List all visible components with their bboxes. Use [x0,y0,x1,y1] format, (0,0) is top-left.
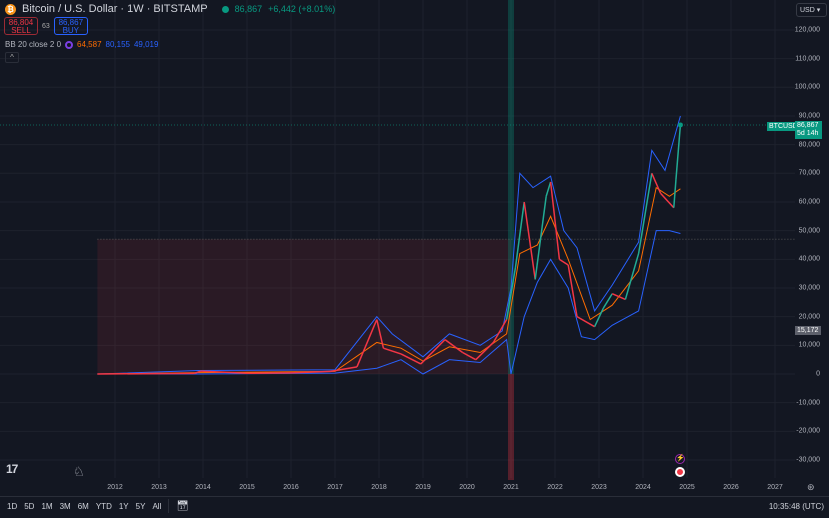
bb-lower-value: 49,019 [133,40,159,49]
bottom-toolbar: 1D 5D 1M 3M 6M YTD 1Y 5Y All 📅︎ [0,496,829,515]
y-tick-label: 90,000 [798,112,820,120]
x-tick-label: 2021 [503,484,519,491]
price-segment [545,181,552,197]
highlight-bar-down [508,374,514,480]
range-button-6m[interactable]: 6M [78,502,89,511]
x-tick-label: 2022 [547,484,563,491]
y-tick-label: 110,000 [795,55,820,63]
tradingview-logo[interactable]: 17 [6,462,18,476]
price-tag: 86,867 5d 14h [795,121,822,139]
indicator-icon [65,40,74,49]
price-segment [651,173,662,194]
indicator-label: BB 20 close 2 0 [5,40,62,49]
y-tick-label: 0 [816,370,820,378]
price-segment [558,258,569,266]
currency-label: USD [800,7,815,14]
bitcoin-logo-icon: ₿ [5,3,16,15]
price-segment [97,372,195,375]
price-segment [534,196,547,280]
y-tick-label: 100,000 [794,83,820,91]
bar-countdown: 5d 14h [797,130,819,137]
x-tick-label: 2015 [239,484,255,491]
x-tick-label: 2026 [723,484,739,491]
price-change: +6,442 (+8.01%) [268,4,336,14]
collapse-legend-button[interactable]: ^ [5,52,19,63]
x-tick-label: 2023 [591,484,607,491]
range-button-1y[interactable]: 1Y [119,502,129,511]
last-price-dot [677,122,683,128]
y-tick-label: 20,000 [798,313,820,321]
x-tick-label: 2024 [635,484,651,491]
bb-upper-value: 80,155 [105,40,130,49]
x-tick-label: 2017 [327,484,343,491]
currency-select[interactable]: USD ▾ [796,3,827,17]
price-segment [224,371,248,375]
y-tick-label: 80,000 [798,141,820,149]
symbol-title[interactable]: Bitcoin / U.S. Dollar · 1W · BITSTAMP [22,3,208,15]
buy-button[interactable]: 86,867 BUY [53,17,88,35]
y-tick-label: 60,000 [798,198,820,206]
spread: 63 [42,22,50,30]
price-segment [523,201,536,280]
x-tick-label: 2025 [679,484,695,491]
x-tick-label: 2019 [415,484,431,491]
crosshair-price-tag: 15,172 [795,326,821,335]
settings-icon[interactable]: ⊛ [807,482,815,493]
price-segment [675,124,682,180]
x-tick-label: 2012 [107,484,123,491]
dinosaur-icon: ♘ [73,464,85,479]
x-tick-label: 2014 [195,484,211,491]
goto-date-icon[interactable]: 📅︎ [176,501,189,512]
y-tick-label: 40,000 [798,255,820,263]
x-tick-label: 2018 [371,484,387,491]
range-button-5d[interactable]: 5D [24,502,34,511]
y-tick-label: 70,000 [798,169,820,177]
y-tick-label: -30,000 [796,456,820,464]
range-button-1m[interactable]: 1M [41,502,52,511]
divider [168,499,170,513]
clock[interactable]: 10:35:48 (UTC) [769,502,824,511]
x-tick-label: 2027 [767,484,783,491]
range-button-5y[interactable]: 5Y [136,502,146,511]
x-tick-label: 2020 [459,484,475,491]
last-price: 86,867 [234,4,263,14]
y-tick-label: 120,000 [794,26,820,34]
x-tick-label: 2013 [151,484,167,491]
symbol-header: ₿ Bitcoin / U.S. Dollar · 1W · BITSTAMP … [5,3,335,15]
sell-button[interactable]: 86,804 SELL [4,17,38,35]
range-button-3m[interactable]: 3M [60,502,71,511]
market-status-icon [221,5,229,13]
bollinger-legend[interactable]: BB 20 close 2 0 64,587 80,155 49,019 [5,40,158,49]
y-tick-label: 10,000 [798,341,820,349]
price-tag-value: 86,867 [797,122,819,129]
x-tick-label: 2016 [283,484,299,491]
range-button-1d[interactable]: 1D [7,502,17,511]
y-tick-label: -20,000 [796,427,820,435]
price-range-box [97,239,512,374]
us-flag-event-icon[interactable] [675,467,685,477]
bb-basis-value: 64,587 [77,40,102,49]
range-button-ytd[interactable]: YTD [96,502,112,511]
trade-panel: 86,804 SELL 63 86,867 BUY [4,17,88,35]
price-chart[interactable] [0,0,829,496]
y-tick-label: -10,000 [796,399,820,407]
y-tick-label: 50,000 [798,227,820,235]
buy-label: BUY [62,26,80,35]
price-segment [611,293,626,301]
event-lightning-icon[interactable]: ⚡ [675,454,685,464]
sell-label: SELL [11,26,31,35]
price-segment [660,192,675,209]
y-tick-label: 30,000 [798,284,820,292]
range-button-all[interactable]: All [152,502,161,511]
